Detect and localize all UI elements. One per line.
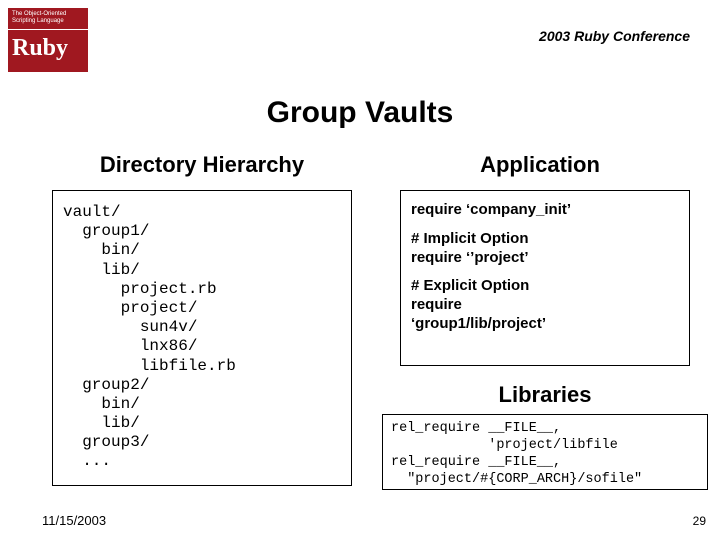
application-code-box: require ‘company_init’ # Implicit Option…: [400, 190, 690, 366]
heading-libraries: Libraries: [400, 382, 690, 408]
logo-text: Ruby: [8, 30, 88, 67]
conference-label: 2003 Ruby Conference: [539, 28, 690, 44]
directory-tree-box: vault/ group1/ bin/ lib/ project.rb proj…: [52, 190, 352, 486]
app-line: require: [411, 296, 679, 315]
heading-directory: Directory Hierarchy: [52, 152, 352, 178]
app-line: # Explicit Option: [411, 277, 679, 296]
logo-tagline: The Object-Oriented Scripting Language: [8, 8, 88, 30]
app-line: # Implicit Option: [411, 230, 679, 249]
libraries-code-box: rel_require __FILE__, 'project/libfile r…: [382, 414, 708, 490]
slide-title: Group Vaults: [0, 96, 720, 130]
heading-application: Application: [400, 152, 680, 178]
app-line: require ‘company_init’: [411, 201, 679, 220]
app-line: require ‘’project’: [411, 249, 679, 268]
footer-page-number: 29: [693, 514, 706, 528]
app-line: ‘group1/lib/project’: [411, 315, 679, 334]
footer-date: 11/15/2003: [42, 513, 106, 528]
ruby-logo: The Object-Oriented Scripting Language R…: [8, 8, 88, 72]
